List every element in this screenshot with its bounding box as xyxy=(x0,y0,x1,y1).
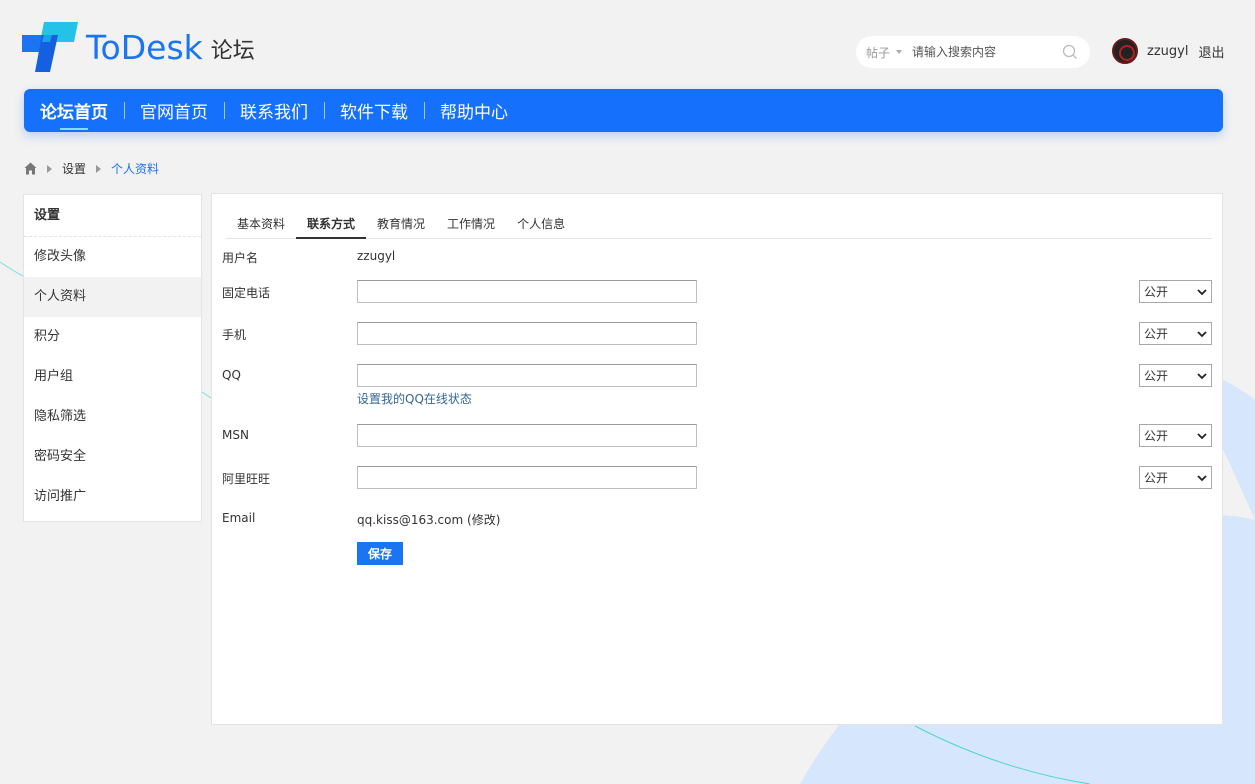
username-label: 用户名 xyxy=(222,251,259,265)
qq-label: QQ xyxy=(222,368,241,382)
search-type-dropdown[interactable]: 帖子 xyxy=(866,44,912,61)
avatar[interactable] xyxy=(1112,38,1138,64)
logo-subtitle: 论坛 xyxy=(210,39,255,64)
mobile-privacy-select[interactable]: 公开 xyxy=(1139,322,1212,345)
breadcrumb-separator-icon xyxy=(96,164,102,173)
privacy-value: 公开 xyxy=(1144,327,1169,341)
username-value: zzugyl xyxy=(357,249,396,263)
save-button[interactable]: 保存 xyxy=(357,542,403,565)
search-icon[interactable] xyxy=(1062,44,1078,60)
username-link[interactable]: zzugyl xyxy=(1147,44,1188,59)
qq-status-link[interactable]: 设置我的QQ在线状态 xyxy=(357,390,472,407)
wangwang-privacy-select[interactable]: 公开 xyxy=(1139,466,1212,489)
phone-privacy-select[interactable]: 公开 xyxy=(1139,280,1212,303)
phone-field[interactable] xyxy=(357,280,697,303)
settings-sidebar: 设置 修改头像 个人资料 积分 用户组 隐私筛选 密码安全 访问推广 xyxy=(23,194,202,522)
nav-item-forum-home[interactable]: 论坛首页 xyxy=(40,89,124,132)
breadcrumb: 设置 个人资料 xyxy=(24,160,169,177)
logout-link[interactable]: 退出 xyxy=(1198,42,1224,61)
privacy-value: 公开 xyxy=(1144,429,1169,443)
nav-item-official-site[interactable]: 官网首页 xyxy=(124,89,224,132)
search-box: 帖子 xyxy=(856,36,1090,68)
privacy-value: 公开 xyxy=(1144,369,1169,383)
header: ToDesk 论坛 帖子 zzugyl 退出 xyxy=(22,22,1232,78)
main-nav: 论坛首页 官网首页 联系我们 软件下载 帮助中心 xyxy=(24,89,1223,132)
breadcrumb-settings[interactable]: 设置 xyxy=(62,160,86,177)
msn-label: MSN xyxy=(222,428,249,442)
email-value: qq.kiss@163.com xyxy=(357,513,464,527)
phone-label: 固定电话 xyxy=(222,286,271,300)
msn-privacy-select[interactable]: 公开 xyxy=(1139,424,1212,447)
sidebar-item-privacy[interactable]: 隐私筛选 xyxy=(24,397,201,437)
tab-education[interactable]: 教育情况 xyxy=(366,210,436,239)
sidebar-item-user-group[interactable]: 用户组 xyxy=(24,357,201,397)
sidebar-item-password[interactable]: 密码安全 xyxy=(24,437,201,477)
qq-field[interactable] xyxy=(357,364,697,387)
search-input[interactable] xyxy=(912,45,1053,59)
chevron-down-icon xyxy=(1197,288,1207,295)
logo-text: ToDesk xyxy=(86,27,203,67)
sidebar-title: 设置 xyxy=(24,195,201,237)
mobile-field[interactable] xyxy=(357,322,697,345)
breadcrumb-profile[interactable]: 个人资料 xyxy=(111,160,159,177)
tab-contact[interactable]: 联系方式 xyxy=(296,210,367,239)
nav-item-contact-us[interactable]: 联系我们 xyxy=(224,89,324,132)
profile-panel: 基本资料 联系方式 教育情况 工作情况 个人信息 用户名 zzugyl 固定电话… xyxy=(211,193,1223,725)
wangwang-field[interactable] xyxy=(357,466,697,489)
privacy-value: 公开 xyxy=(1144,285,1169,299)
chevron-down-icon xyxy=(1197,474,1207,481)
sidebar-item-promotion[interactable]: 访问推广 xyxy=(24,477,201,517)
mobile-label: 手机 xyxy=(222,328,247,342)
site-logo[interactable]: ToDesk 论坛 xyxy=(22,22,255,72)
nav-item-help-center[interactable]: 帮助中心 xyxy=(424,89,524,132)
msn-field[interactable] xyxy=(357,424,697,447)
privacy-value: 公开 xyxy=(1144,471,1169,485)
search-type-label: 帖子 xyxy=(866,45,891,60)
page: ToDesk 论坛 帖子 zzugyl 退出 论坛首页 官网首页 联系我们 软件… xyxy=(0,0,1255,784)
qq-privacy-select[interactable]: 公开 xyxy=(1139,364,1212,387)
chevron-down-icon xyxy=(1197,372,1207,379)
wangwang-label: 阿里旺旺 xyxy=(222,472,271,486)
profile-tabs: 基本资料 联系方式 教育情况 工作情况 个人信息 xyxy=(226,210,1212,239)
caret-down-icon xyxy=(896,50,903,54)
user-area: zzugyl 退出 xyxy=(1112,37,1224,65)
breadcrumb-separator-icon xyxy=(47,164,52,173)
email-edit-link[interactable]: (修改) xyxy=(467,513,500,527)
tab-personal-info[interactable]: 个人信息 xyxy=(506,210,576,239)
email-label: Email xyxy=(222,511,256,525)
email-value-group: qq.kiss@163.com (修改) xyxy=(357,511,500,528)
todesk-logo-icon xyxy=(22,22,78,72)
home-icon[interactable] xyxy=(24,162,37,175)
nav-item-download[interactable]: 软件下载 xyxy=(324,89,424,132)
tab-work[interactable]: 工作情况 xyxy=(436,210,506,239)
chevron-down-icon xyxy=(1197,432,1207,439)
sidebar-item-profile[interactable]: 个人资料 xyxy=(24,277,201,317)
tab-basic-info[interactable]: 基本资料 xyxy=(226,210,296,239)
sidebar-item-avatar[interactable]: 修改头像 xyxy=(24,237,201,277)
sidebar-item-points[interactable]: 积分 xyxy=(24,317,201,357)
chevron-down-icon xyxy=(1197,330,1207,337)
